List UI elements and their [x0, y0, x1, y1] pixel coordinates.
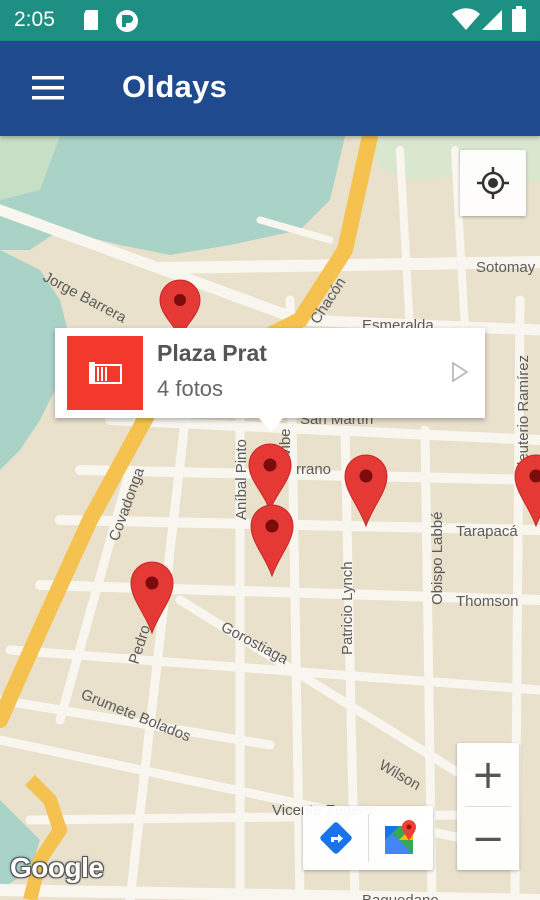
map-toolbar	[303, 806, 433, 870]
street-label-patricio-lynch: Patricio Lynch	[339, 561, 356, 655]
play-arrow-icon[interactable]	[447, 360, 471, 384]
street-label-baquedano: Baquedano	[362, 892, 439, 900]
google-maps-icon	[384, 820, 416, 854]
zoom-out-button[interactable]: −	[457, 807, 519, 870]
wifi-icon	[452, 8, 480, 37]
street-label-thomson: Thomson	[456, 593, 519, 610]
street-label-tarapaca: Tarapacá	[456, 523, 518, 540]
sd-card-icon	[82, 9, 100, 36]
my-location-button[interactable]	[460, 150, 526, 216]
status-time: 2:05	[14, 8, 55, 31]
app-bar: Oldays	[0, 41, 540, 136]
zoom-in-button[interactable]: +	[457, 743, 519, 806]
info-window-title: Plaza Prat	[157, 340, 267, 366]
open-google-maps-button[interactable]	[368, 806, 433, 870]
zoom-control: + −	[457, 743, 519, 870]
status-bar: 2:05	[0, 0, 540, 41]
hamburger-menu-icon[interactable]	[22, 69, 70, 109]
directions-button[interactable]	[303, 806, 368, 870]
marker-info-window[interactable]: Plaza Prat 4 fotos	[55, 328, 485, 432]
street-label-anibal-pinto: Aníbal Pinto	[233, 439, 250, 520]
app-title: Oldays	[122, 69, 228, 104]
signal-icon	[480, 8, 504, 37]
my-location-icon	[477, 167, 509, 199]
battery-icon	[512, 6, 526, 37]
google-logo: Google	[10, 852, 104, 883]
photo-stack-icon	[67, 336, 143, 410]
info-window-subtitle: 4 fotos	[157, 376, 224, 401]
street-label-sotomayor: Sotomay	[476, 259, 536, 276]
street-label-obispo-labbe: Obispo Labbé	[429, 512, 446, 605]
directions-icon	[319, 822, 352, 854]
app-root: 2:05 Oldays Jorge Barrera Chacón Esmeral…	[0, 0, 540, 900]
street-label-serrano: rrano	[296, 461, 331, 478]
notification-app-icon	[115, 9, 139, 38]
